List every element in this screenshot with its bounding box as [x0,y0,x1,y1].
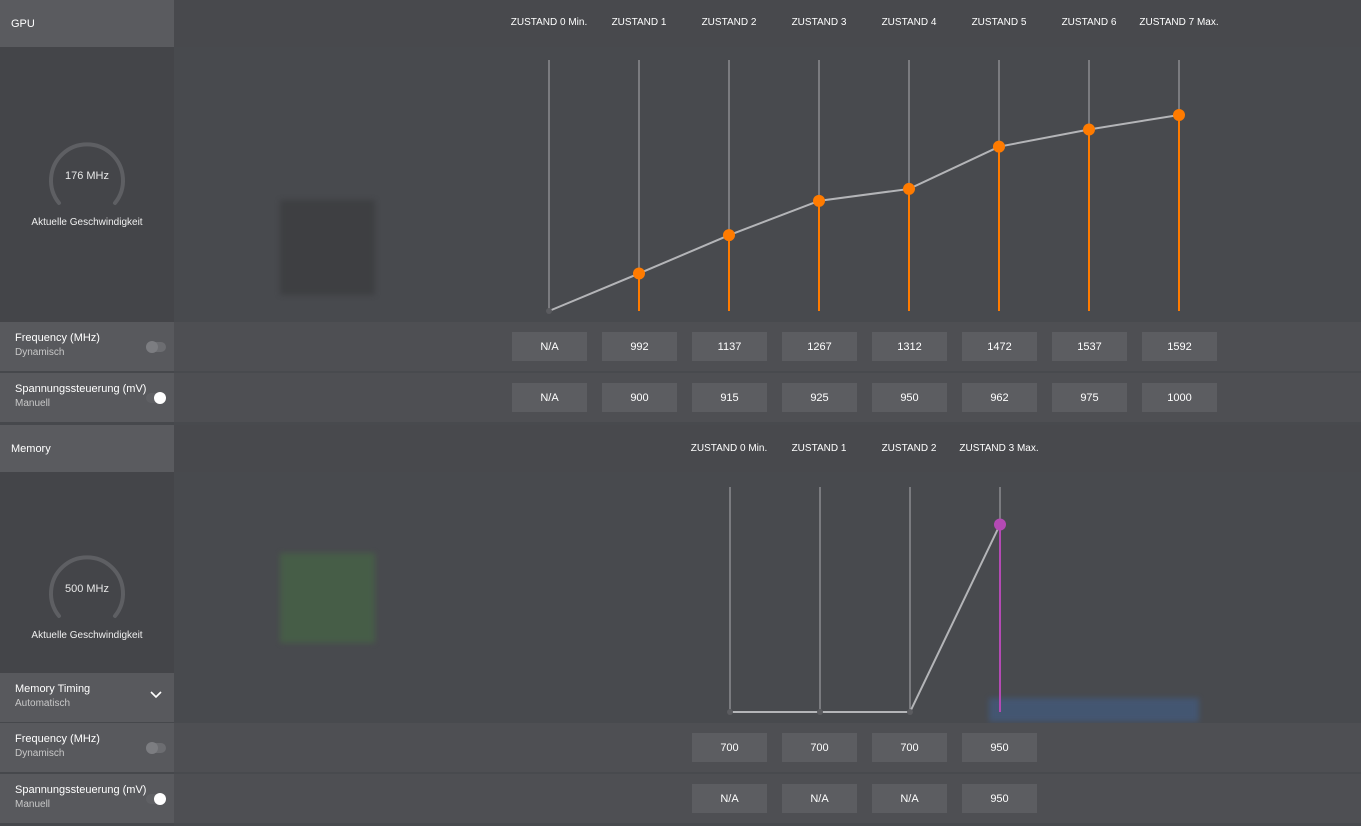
gpu-state-5-point[interactable] [993,140,1005,153]
state-curves [546,60,1185,715]
gpu-state-0-point[interactable] [546,308,552,314]
gpu-state-2-point[interactable] [723,229,735,242]
memory-state-0-point[interactable] [727,709,733,715]
gpu-state-6-point[interactable] [1083,123,1095,136]
gpu-state-3-point[interactable] [813,194,825,207]
memory-state-2-point[interactable] [907,709,913,715]
gpu-state-7-point[interactable] [1173,108,1185,121]
memory-curve-line [730,524,1001,713]
memory-state-1-point[interactable] [817,709,823,715]
gpu-state-1-point[interactable] [633,267,645,280]
gpu-curve-line [548,113,1180,312]
memory-state-3-point[interactable] [994,518,1006,531]
gpu-state-4-point[interactable] [903,182,915,195]
